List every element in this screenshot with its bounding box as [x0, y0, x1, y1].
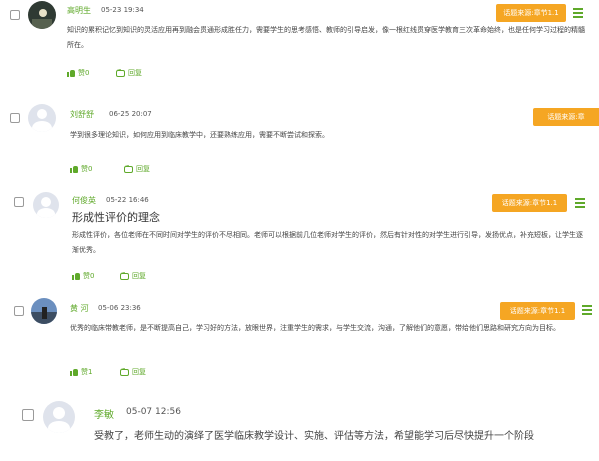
post-time: 05-07 12:56: [126, 407, 181, 417]
like-count: 赞0: [78, 69, 90, 77]
like-count: 赞1: [81, 368, 93, 376]
post-time: 05-06 23:36: [98, 304, 141, 312]
like-button[interactable]: 赞0: [72, 271, 94, 281]
post-time: 05-22 16:46: [106, 196, 149, 204]
comment-icon: [120, 365, 129, 376]
reply-label: 回复: [128, 69, 142, 77]
comment-item: 何俊英 05-22 16:46 话题来源:章节1.1 形成性评价的理念 形成性评…: [0, 186, 599, 286]
menu-icon[interactable]: [575, 198, 585, 210]
post-time: 05-23 19:34: [101, 6, 144, 14]
comment-text: 形成性评价，各位老师在不同时间对学生的评价不尽相同。老师可以根据前几位老师对学生…: [72, 231, 583, 254]
avatar[interactable]: [28, 104, 56, 132]
like-button[interactable]: 赞0: [67, 68, 89, 78]
select-checkbox[interactable]: [10, 10, 20, 20]
reply-label: 回复: [132, 368, 146, 376]
comment-icon: [124, 162, 133, 173]
menu-icon[interactable]: [582, 305, 592, 317]
user-name[interactable]: 李敏: [94, 406, 114, 421]
topic-source-badge[interactable]: 话题来源:章节1.1: [496, 4, 566, 22]
user-name[interactable]: 何俊英: [72, 195, 96, 206]
select-checkbox[interactable]: [14, 306, 24, 316]
reply-button[interactable]: 回复: [120, 269, 146, 281]
reply-label: 回复: [136, 165, 150, 173]
comment-icon: [116, 66, 125, 77]
topic-source-badge[interactable]: 话题来源:章节1.1: [492, 194, 567, 212]
like-count: 赞0: [81, 165, 93, 173]
thumb-up-icon: [67, 69, 75, 77]
reply-label: 回复: [132, 272, 146, 280]
reply-button[interactable]: 回复: [116, 66, 142, 78]
thumb-up-icon: [70, 368, 78, 376]
reply-button[interactable]: 回复: [120, 365, 146, 377]
comment-title: 形成性评价的理念: [72, 211, 160, 224]
user-name[interactable]: 高明生: [67, 5, 91, 16]
avatar[interactable]: [33, 192, 59, 218]
thumb-up-icon: [72, 272, 80, 280]
avatar[interactable]: [28, 1, 56, 29]
like-button[interactable]: 赞1: [70, 367, 92, 377]
comment-item: 李敏 05-07 12:56 受教了，老师生动的演绎了医学临床教学设计、实施、评…: [0, 392, 599, 461]
comment-item: 高明生 05-23 19:34 话题来源:章节1.1 知识的累积记忆到知识的灵活…: [0, 0, 599, 90]
user-name[interactable]: 刘舒舒: [70, 109, 94, 120]
select-checkbox[interactable]: [10, 113, 20, 123]
topic-source-badge[interactable]: 话题来源:章节1.1: [500, 302, 575, 320]
like-count: 赞0: [83, 272, 95, 280]
comment-text: 学到很多理论知识，如何应用到临床教学中，还要熟练应用，需要不断尝试和探索。: [70, 131, 329, 139]
thumb-up-icon: [70, 165, 78, 173]
comment-text: 知识的累积记忆到知识的灵活应用再到融会贯通形成胜任力，需要学生的思考感悟、教师的…: [67, 26, 585, 49]
post-time: 06-25 20:07: [109, 110, 152, 118]
like-button[interactable]: 赞0: [70, 164, 92, 174]
reply-button[interactable]: 回复: [124, 162, 150, 174]
comment-icon: [120, 269, 129, 280]
menu-icon[interactable]: [573, 8, 583, 20]
comment-text: 受教了，老师生动的演绎了医学临床教学设计、实施、评估等方法，希望能学习后尽快提升…: [94, 431, 534, 442]
user-name[interactable]: 黄 河: [70, 303, 89, 314]
comment-item: 黄 河 05-06 23:36 话题来源:章节1.1 优秀的临床带教老师，是不断…: [0, 292, 599, 387]
select-checkbox[interactable]: [14, 197, 24, 207]
topic-source-badge[interactable]: 话题来源:章: [533, 108, 599, 126]
select-checkbox[interactable]: [22, 409, 34, 421]
avatar[interactable]: [31, 298, 57, 324]
comment-item: 刘舒舒 06-25 20:07 话题来源:章 学到很多理论知识，如何应用到临床教…: [0, 96, 599, 186]
avatar[interactable]: [43, 401, 75, 433]
comment-text: 优秀的临床带教老师，是不断提高自己，学习好的方法，放眼世界，注重学生的需求，与学…: [70, 324, 560, 332]
